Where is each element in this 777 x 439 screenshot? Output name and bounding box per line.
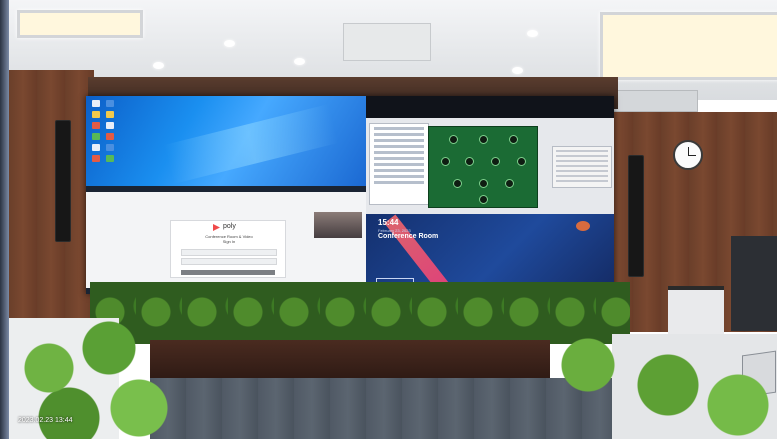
player-marker [465,157,474,166]
desktop-icon [106,100,114,107]
login-card: poly Conference Room & Video Sign In [170,220,286,278]
app-icon [106,155,114,162]
player-marker [453,179,462,188]
speaker-left [55,120,71,242]
app-icon [92,155,100,162]
conference-room-name: Conference Room [378,233,439,240]
app-tree-panel [369,123,429,205]
wallpaper-beam [163,104,339,184]
speaker-right [628,155,644,277]
downlight [153,62,164,69]
ceiling-speaker [343,23,431,61]
downlight [512,67,523,74]
desktop-screen [86,96,366,192]
football-pitch [428,126,538,208]
brand-wordmark: poly [223,223,236,230]
photo-timestamp: 2023.02.23 13:44 [18,417,73,424]
foreground-plant-right [548,315,777,439]
player-marker [517,157,526,166]
player-marker [479,179,488,188]
clock-minute-hand [688,155,696,156]
app-icon [106,144,114,151]
poly-logo-icon [213,224,220,231]
app-list-panel [552,146,612,188]
app-icon [92,133,100,140]
downlight [527,30,538,37]
login-button [181,270,275,275]
video-thumbnail [314,212,362,238]
app-icon [92,144,100,151]
app-icon [106,133,114,140]
wood-wall-left [9,70,94,330]
wall-clock [673,140,703,170]
folder-icon [92,111,100,118]
photo-scene: poly Conference Room & Video Sign In 15:… [0,0,777,439]
app-icon [106,122,114,129]
player-marker [491,157,500,166]
login-screen: poly Conference Room & Video Sign In [86,192,366,294]
player-marker [505,179,514,188]
login-field [181,249,277,256]
player-marker [449,135,458,144]
player-marker [509,135,518,144]
downlight [294,58,305,65]
ceiling-light-panel-right [600,12,777,80]
desktop-icon [92,100,100,107]
player-marker [479,135,488,144]
room-badge [576,221,590,231]
video-wall: poly Conference Room & Video Sign In 15:… [86,96,614,294]
wood-planter [150,340,550,380]
downlight [224,40,235,47]
ceiling-light-panel-left [17,10,143,38]
login-field [181,258,277,265]
tactics-app-screen [366,118,614,214]
left-edge-wall [0,0,9,439]
folder-icon [106,111,114,118]
player-marker [441,157,450,166]
player-marker [479,195,488,204]
app-icon [92,122,100,129]
conference-time: 15:44 [378,218,399,227]
login-subtitle: Sign In [222,239,236,244]
